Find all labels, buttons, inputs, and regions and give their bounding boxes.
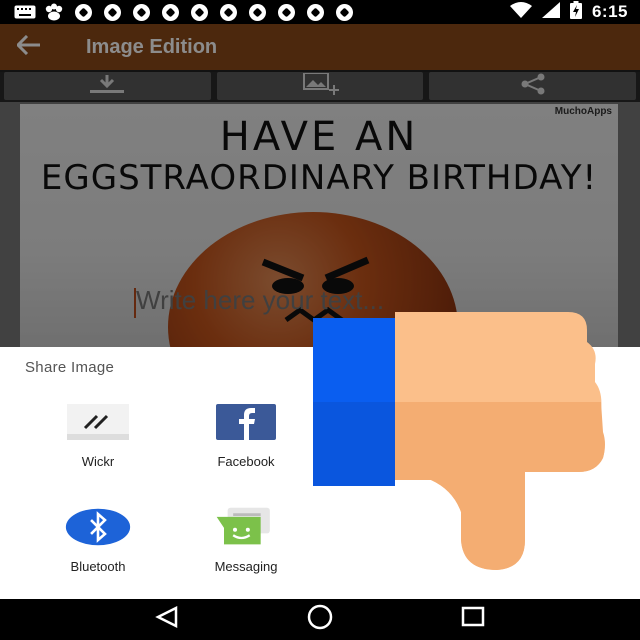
soccer-ball-icon: [188, 3, 210, 21]
signal-icon: [541, 1, 560, 23]
soccer-ball-icon: [304, 3, 326, 21]
share-target-bluetooth[interactable]: Bluetooth: [38, 507, 158, 574]
share-label-messaging: Messaging: [214, 559, 278, 574]
battery-charging-icon: [569, 0, 582, 24]
status-bar: 6:15: [0, 0, 640, 24]
home-circle-icon: [306, 603, 334, 636]
messaging-icon: [213, 507, 279, 547]
facebook-icon: [213, 402, 279, 442]
back-triangle-icon: [154, 605, 179, 633]
soccer-ball-icon: [72, 3, 94, 21]
soccer-ball-icon: [217, 3, 239, 21]
nav-recents-button[interactable]: [451, 603, 495, 637]
nav-home-button[interactable]: [298, 603, 342, 637]
soccer-ball-icon: [246, 3, 268, 21]
soccer-ball-icon: [101, 3, 123, 21]
keyboard-icon: [14, 3, 36, 21]
bluetooth-icon: [65, 507, 131, 547]
share-target-wickr[interactable]: Wickr: [38, 402, 158, 469]
soccer-ball-icon: [159, 3, 181, 21]
share-label-facebook: Facebook: [217, 454, 275, 469]
recents-square-icon: [461, 606, 485, 633]
clock: 6:15: [591, 2, 628, 21]
wickr-icon: [65, 402, 131, 442]
share-label-wickr: Wickr: [81, 454, 115, 469]
share-sheet-title: Share Image: [25, 359, 115, 376]
soccer-ball-icon: [333, 3, 355, 21]
navigation-bar: [0, 599, 640, 640]
soccer-ball-icon: [275, 3, 297, 21]
paw-icon: [43, 3, 65, 21]
soccer-ball-icon: [130, 3, 152, 21]
share-target-facebook[interactable]: Facebook: [186, 402, 306, 469]
wifi-icon: [509, 1, 532, 23]
thumbs-down-icon: [313, 312, 608, 577]
share-label-bluetooth: Bluetooth: [70, 559, 126, 574]
screen: 6:15 Image Edition MuchoApps HAVE AN EGG…: [0, 0, 640, 640]
share-target-messaging[interactable]: Messaging: [186, 507, 306, 574]
nav-back-button[interactable]: [145, 603, 189, 637]
